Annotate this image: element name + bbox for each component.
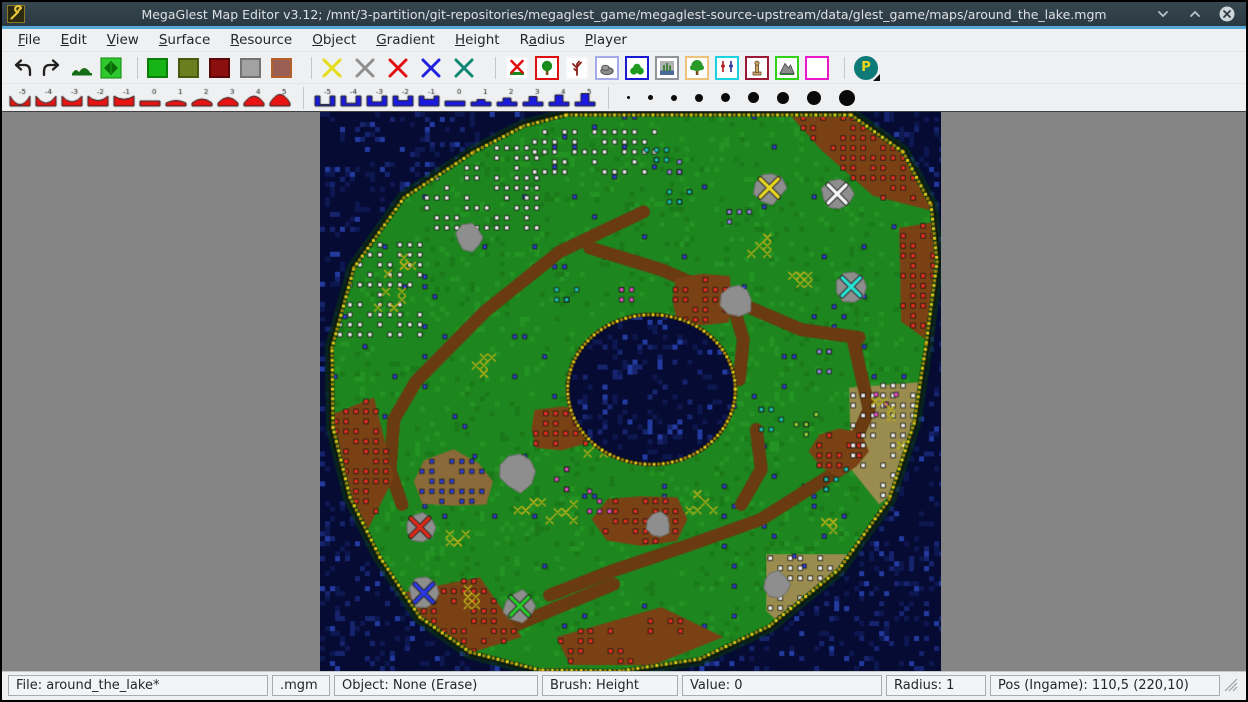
- toolbar-main: P: [2, 52, 1246, 84]
- object-stone-icon[interactable]: [595, 56, 619, 80]
- menu-radius[interactable]: Radius: [510, 30, 575, 50]
- radius-1-dot[interactable]: [627, 96, 630, 99]
- minimize-icon[interactable]: [1154, 5, 1172, 23]
- height-brush-4[interactable]: [242, 87, 266, 109]
- toolbar-separator: [495, 57, 496, 79]
- object-hanged-icon[interactable]: [715, 56, 739, 80]
- object-none-erase-icon[interactable]: [505, 56, 529, 80]
- height-brush-3[interactable]: [216, 87, 240, 109]
- close-icon[interactable]: [1218, 5, 1236, 23]
- menu-surface[interactable]: Surface: [149, 30, 220, 50]
- surface-ground-icon[interactable]: [271, 58, 292, 78]
- toolbar-brushes: [2, 84, 1246, 111]
- height-brush--3[interactable]: [60, 87, 84, 109]
- surface-secondary-grass-icon[interactable]: [178, 58, 199, 78]
- window-title: MegaGlest Map Editor v3.12; /mnt/3-parti…: [2, 7, 1246, 22]
- resize-grip[interactable]: [1224, 678, 1240, 694]
- gradient-brush--2[interactable]: [391, 87, 415, 109]
- object-big-tree-icon[interactable]: [685, 56, 709, 80]
- height-brush--1[interactable]: [112, 87, 136, 109]
- menu-file[interactable]: File: [8, 30, 51, 50]
- radius-3-dot[interactable]: [671, 95, 677, 101]
- titlebar[interactable]: MegaGlest Map Editor v3.12; /mnt/3-parti…: [2, 2, 1246, 26]
- height-brush-1[interactable]: [164, 87, 188, 109]
- radius-5-dot[interactable]: [721, 93, 730, 102]
- menu-height[interactable]: Height: [445, 30, 510, 50]
- radius-7-dot[interactable]: [777, 92, 789, 104]
- gradient-brush-2[interactable]: [495, 87, 519, 109]
- toolbar-separator: [608, 87, 609, 109]
- redo-icon[interactable]: [40, 58, 64, 78]
- hills-icon[interactable]: [70, 59, 94, 77]
- radius-6-dot[interactable]: [748, 92, 759, 103]
- surface-road-icon[interactable]: [209, 58, 230, 78]
- resource-teal-icon[interactable]: [453, 58, 475, 78]
- resource-blue-icon[interactable]: [420, 58, 442, 78]
- player-menu-button[interactable]: P: [854, 56, 878, 80]
- gradient-brush-1[interactable]: [469, 87, 493, 109]
- gradient-brush--4[interactable]: [339, 87, 363, 109]
- status-brush: Brush: Height: [542, 675, 678, 696]
- toolbar-separator: [303, 87, 304, 109]
- object-dead-tree-icon[interactable]: [565, 56, 589, 80]
- height-brush-0[interactable]: [138, 87, 162, 109]
- menubar: FileEditViewSurfaceResourceObjectGradien…: [2, 29, 1246, 52]
- radius-8-dot[interactable]: [807, 91, 821, 105]
- object-tree-icon[interactable]: [535, 56, 559, 80]
- radius-4-dot[interactable]: [695, 94, 703, 102]
- height-brush--5[interactable]: [8, 87, 32, 109]
- maximize-icon[interactable]: [1186, 5, 1204, 23]
- status-value: Value: 0: [682, 675, 882, 696]
- gradient-brush--5[interactable]: [313, 87, 337, 109]
- toolbar-separator: [137, 57, 138, 79]
- app-wrench-icon: [7, 5, 25, 23]
- megaglest-map-editor-window: MegaGlest Map Editor v3.12; /mnt/3-parti…: [0, 0, 1248, 702]
- menu-view[interactable]: View: [97, 30, 149, 50]
- work-area: [2, 111, 1246, 671]
- object-big-rock-icon[interactable]: [775, 56, 799, 80]
- workspace-left-margin: [2, 112, 320, 671]
- gradient-brush-3[interactable]: [521, 87, 545, 109]
- gradient-brush-0[interactable]: [443, 87, 467, 109]
- object-water-object-icon[interactable]: [655, 56, 679, 80]
- menu-gradient[interactable]: Gradient: [366, 30, 445, 50]
- statusbar: File: around_the_lake*.mgmObject: None (…: [2, 671, 1246, 699]
- menu-resource[interactable]: Resource: [220, 30, 302, 50]
- gradient-brush--3[interactable]: [365, 87, 389, 109]
- undo-icon[interactable]: [10, 58, 34, 78]
- status-extension: .mgm: [272, 675, 330, 696]
- toolbar-separator: [844, 57, 845, 79]
- resource-stone-icon[interactable]: [354, 58, 376, 78]
- object-statue-icon[interactable]: [745, 56, 769, 80]
- object-bush-icon[interactable]: [625, 56, 649, 80]
- menu-player[interactable]: Player: [575, 30, 637, 50]
- swap-surfaces-icon[interactable]: [100, 57, 122, 79]
- gradient-brush-4[interactable]: [547, 87, 571, 109]
- menu-edit[interactable]: Edit: [51, 30, 97, 50]
- height-brush--4[interactable]: [34, 87, 58, 109]
- status-file: File: around_the_lake*: [8, 675, 268, 696]
- radius-9-dot[interactable]: [839, 90, 855, 106]
- status-radius: Radius: 1: [886, 675, 986, 696]
- gradient-brush-5[interactable]: [573, 87, 597, 109]
- radius-2-dot[interactable]: [648, 95, 653, 100]
- status-object: Object: None (Erase): [334, 675, 538, 696]
- object-invisible-blocking-icon[interactable]: [805, 56, 829, 80]
- gradient-brush--1[interactable]: [417, 87, 441, 109]
- resource-red-icon[interactable]: [387, 58, 409, 78]
- menu-object[interactable]: Object: [302, 30, 366, 50]
- map-canvas[interactable]: [320, 112, 941, 671]
- toolbar-separator: [311, 57, 312, 79]
- surface-grass-icon[interactable]: [147, 58, 168, 78]
- resource-gold-icon[interactable]: [321, 58, 343, 78]
- height-brush-5[interactable]: [268, 87, 292, 109]
- status-pos: Pos (Ingame): 110,5 (220,10): [990, 675, 1220, 696]
- height-brush--2[interactable]: [86, 87, 110, 109]
- height-brush-2[interactable]: [190, 87, 214, 109]
- surface-stone-icon[interactable]: [240, 58, 261, 78]
- window-controls: [1154, 5, 1246, 23]
